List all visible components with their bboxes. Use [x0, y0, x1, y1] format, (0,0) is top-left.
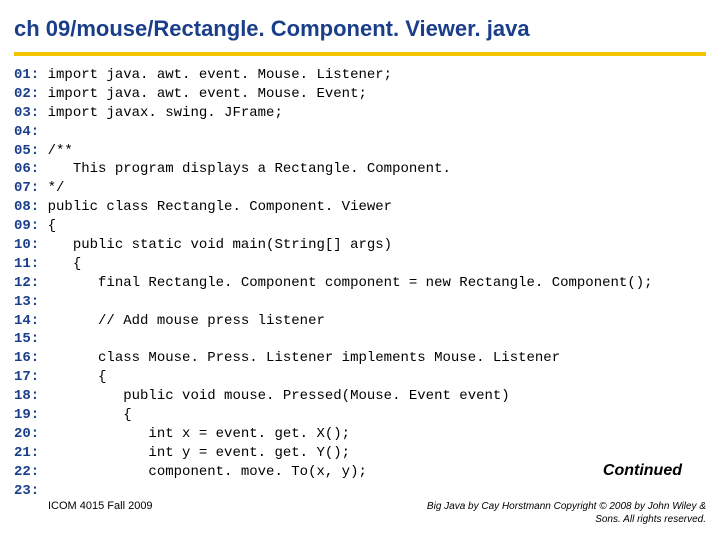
- line-number: 21:: [14, 445, 39, 461]
- line-number: 23:: [14, 483, 39, 499]
- code-line: 06: This program displays a Rectangle. C…: [14, 160, 706, 179]
- line-text: import javax. swing. JFrame;: [39, 105, 283, 121]
- line-text: {: [39, 369, 106, 385]
- code-block: 01: import java. awt. event. Mouse. List…: [0, 56, 720, 500]
- line-text: This program displays a Rectangle. Compo…: [39, 161, 451, 177]
- code-line: 04:: [14, 123, 706, 142]
- line-number: 09:: [14, 218, 39, 234]
- line-text: */: [39, 180, 64, 196]
- code-line: 07: */: [14, 179, 706, 198]
- code-line: 16: class Mouse. Press. Listener impleme…: [14, 349, 706, 368]
- code-line: 15:: [14, 330, 706, 349]
- code-line: 21: int y = event. get. Y();: [14, 444, 706, 463]
- line-number: 19:: [14, 407, 39, 423]
- line-text: int y = event. get. Y();: [39, 445, 350, 461]
- code-line: 19: {: [14, 406, 706, 425]
- slide-title: ch 09/mouse/Rectangle. Component. Viewer…: [14, 16, 706, 42]
- code-line: 23:: [14, 482, 706, 501]
- code-line: 20: int x = event. get. X();: [14, 425, 706, 444]
- line-number: 07:: [14, 180, 39, 196]
- line-text: public void mouse. Pressed(Mouse. Event …: [39, 388, 509, 404]
- line-number: 18:: [14, 388, 39, 404]
- line-text: component. move. To(x, y);: [39, 464, 367, 480]
- line-text: {: [39, 256, 81, 272]
- line-text: {: [39, 407, 131, 423]
- line-number: 13:: [14, 294, 39, 310]
- code-line: 11: {: [14, 255, 706, 274]
- title-wrap: ch 09/mouse/Rectangle. Component. Viewer…: [0, 0, 720, 48]
- line-text: final Rectangle. Component component = n…: [39, 275, 652, 291]
- line-number: 17:: [14, 369, 39, 385]
- line-number: 20:: [14, 426, 39, 442]
- line-text: import java. awt. event. Mouse. Listener…: [39, 67, 392, 83]
- line-number: 12:: [14, 275, 39, 291]
- line-number: 10:: [14, 237, 39, 253]
- line-text: {: [39, 218, 56, 234]
- code-line: 08: public class Rectangle. Component. V…: [14, 198, 706, 217]
- code-line: 13:: [14, 293, 706, 312]
- code-line: 12: final Rectangle. Component component…: [14, 274, 706, 293]
- code-line: 17: {: [14, 368, 706, 387]
- line-number: 08:: [14, 199, 39, 215]
- code-line: 14: // Add mouse press listener: [14, 312, 706, 331]
- code-line: 09: {: [14, 217, 706, 236]
- line-number: 02:: [14, 86, 39, 102]
- code-line: 01: import java. awt. event. Mouse. List…: [14, 66, 706, 85]
- line-number: 14:: [14, 313, 39, 329]
- code-line: 02: import java. awt. event. Mouse. Even…: [14, 85, 706, 104]
- code-line: 10: public static void main(String[] arg…: [14, 236, 706, 255]
- line-text: public class Rectangle. Component. Viewe…: [39, 199, 392, 215]
- footer-left: ICOM 4015 Fall 2009: [48, 500, 153, 512]
- line-number: 16:: [14, 350, 39, 366]
- line-number: 22:: [14, 464, 39, 480]
- line-text: /**: [39, 143, 73, 159]
- code-line: 03: import javax. swing. JFrame;: [14, 104, 706, 123]
- line-text: class Mouse. Press. Listener implements …: [39, 350, 560, 366]
- line-number: 11:: [14, 256, 39, 272]
- line-text: int x = event. get. X();: [39, 426, 350, 442]
- line-number: 03:: [14, 105, 39, 121]
- line-text: public static void main(String[] args): [39, 237, 392, 253]
- code-line: 05: /**: [14, 142, 706, 161]
- continued-label: Continued: [603, 462, 682, 480]
- line-number: 15:: [14, 331, 39, 347]
- line-number: 06:: [14, 161, 39, 177]
- line-number: 01:: [14, 67, 39, 83]
- line-number: 05:: [14, 143, 39, 159]
- line-text: // Add mouse press listener: [39, 313, 325, 329]
- footer-right: Big Java by Cay Horstmann Copyright © 20…: [406, 501, 706, 526]
- code-line: 18: public void mouse. Pressed(Mouse. Ev…: [14, 387, 706, 406]
- line-number: 04:: [14, 124, 39, 140]
- line-text: import java. awt. event. Mouse. Event;: [39, 86, 367, 102]
